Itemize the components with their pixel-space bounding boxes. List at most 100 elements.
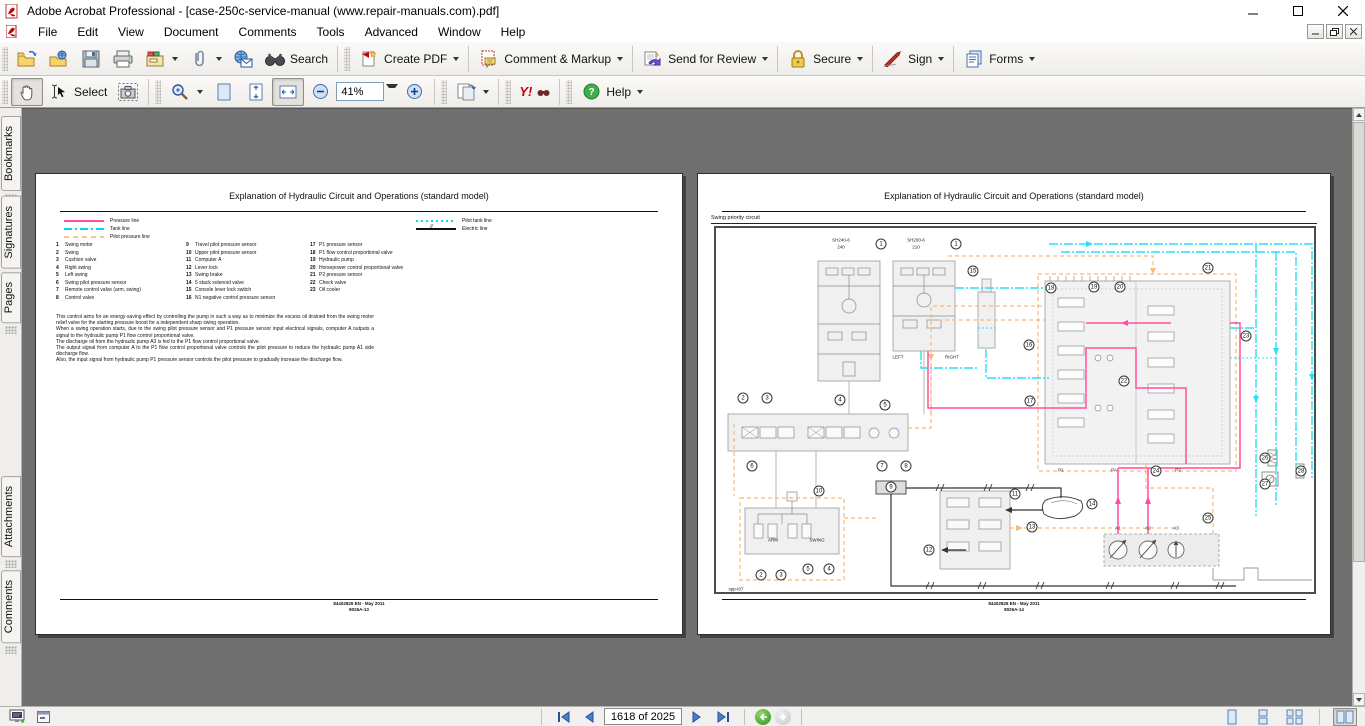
attach-button[interactable] [183, 45, 227, 73]
forms-label: Forms [989, 52, 1023, 66]
plus-circle-icon [403, 81, 425, 103]
snapshot-button[interactable] [112, 78, 144, 106]
toolbar-grip[interactable] [2, 80, 8, 104]
section-heading: Swing priority circuit [711, 215, 760, 221]
page-number-input[interactable] [604, 708, 682, 725]
sidebar-tab[interactable]: Attachments [1, 476, 21, 557]
select-tool-button[interactable]: Select [43, 78, 112, 106]
menu-item[interactable]: Comments [229, 22, 307, 42]
menu-item[interactable]: Tools [307, 22, 355, 42]
create-pdf-button[interactable]: Create PDF [353, 45, 464, 73]
save-button[interactable] [75, 45, 107, 73]
menu-item[interactable]: Edit [67, 22, 108, 42]
sidebar-tab[interactable]: Comments [1, 570, 21, 643]
menu-item[interactable]: Help [491, 22, 536, 42]
continuous-facing-button[interactable] [1282, 708, 1306, 726]
single-page-button[interactable] [1220, 708, 1244, 726]
toolbar-grip[interactable] [441, 80, 447, 104]
menu-item[interactable]: Document [154, 22, 229, 42]
zoom-dropdown-arrow[interactable] [386, 84, 398, 100]
actual-size-icon [213, 81, 235, 103]
menu-item[interactable]: View [108, 22, 154, 42]
fit-page-button[interactable] [240, 78, 272, 106]
key-item: 16N1 negative control pressure sensor [186, 295, 304, 301]
page-display-button[interactable] [450, 78, 494, 106]
pdf-page-left[interactable]: Explanation of Hydraulic Circuit and Ope… [35, 173, 683, 635]
minimize-button[interactable] [1230, 0, 1275, 22]
vertical-scrollbar[interactable] [1352, 108, 1365, 706]
maximize-button[interactable] [1275, 0, 1320, 22]
secure-label: Secure [813, 52, 851, 66]
scroll-down-button[interactable] [1353, 693, 1365, 706]
screen-mode-icon[interactable] [8, 709, 26, 725]
diagram-callout: 14 [1087, 499, 1098, 510]
send-for-review-button[interactable]: Send for Review [637, 45, 773, 73]
print-button[interactable] [107, 45, 139, 73]
fit-page-icon [245, 81, 267, 103]
zoom-level-input[interactable] [336, 82, 384, 101]
comment-markup-label: Comment & Markup [504, 52, 611, 66]
zoom-out-button[interactable] [304, 78, 336, 106]
window-options-icon[interactable] [34, 709, 52, 725]
actual-size-button[interactable] [208, 78, 240, 106]
previous-view-button[interactable] [755, 709, 771, 725]
document-canvas[interactable]: Explanation of Hydraulic Circuit and Ope… [22, 108, 1352, 706]
previous-page-button[interactable] [578, 709, 600, 725]
toolbar-grip[interactable] [505, 80, 511, 104]
toolbar-grip[interactable] [566, 80, 572, 104]
toolbar-grip[interactable] [155, 80, 161, 104]
first-page-button[interactable] [552, 709, 574, 725]
scrollbar-thumb[interactable] [1353, 122, 1365, 562]
sign-button[interactable]: Sign [877, 45, 949, 73]
close-button[interactable] [1320, 0, 1365, 22]
diagram-label: P2 [1175, 468, 1181, 473]
sidebar-tab[interactable]: Signatures [1, 196, 21, 269]
doc-close-button[interactable] [1345, 24, 1362, 39]
scroll-up-button[interactable] [1353, 108, 1365, 121]
zoom-in-button[interactable] [398, 78, 430, 106]
search-button[interactable]: Search [259, 45, 333, 73]
legend-item: Pilot tank line [416, 217, 492, 225]
acrobat-app-icon [5, 4, 21, 19]
acrobat-window: Adobe Acrobat Professional - [case-250c-… [0, 0, 1365, 726]
organizer-button[interactable] [139, 45, 183, 73]
navigation-tab-strip: Bookmarks Signatures Pages Attachments [0, 108, 22, 706]
sidebar-tab[interactable]: Pages [1, 272, 21, 323]
next-view-button[interactable] [775, 709, 791, 725]
select-label: Select [74, 85, 107, 99]
diagram-callout: 4 [824, 564, 835, 575]
toolbar-separator [953, 46, 954, 72]
last-page-button[interactable] [712, 709, 734, 725]
key-item: 3Cushion valve [56, 257, 180, 263]
paperclip-icon [188, 48, 210, 70]
toolbar-grip[interactable] [2, 47, 8, 71]
open-web-button[interactable] [43, 45, 75, 73]
hand-tool-button[interactable] [11, 78, 43, 106]
toolbar-grip[interactable] [344, 47, 350, 71]
pdf-page-right[interactable]: Explanation of Hydraulic Circuit and Ope… [697, 173, 1331, 635]
diagram-callout: 26 [1260, 453, 1271, 464]
facing-pages-button[interactable] [1333, 708, 1357, 726]
menu-item[interactable]: Advanced [355, 22, 428, 42]
forms-button[interactable]: Forms [958, 45, 1040, 73]
email-button[interactable] [227, 45, 259, 73]
zoom-tool-button[interactable] [164, 78, 208, 106]
open-button[interactable] [11, 45, 43, 73]
menu-item[interactable]: Window [428, 22, 491, 42]
next-page-button[interactable] [686, 709, 708, 725]
comment-markup-button[interactable]: Comment & Markup [473, 45, 628, 73]
toolbar-separator [777, 46, 778, 72]
menu-item[interactable]: File [28, 22, 67, 42]
doc-minimize-button[interactable] [1307, 24, 1324, 39]
secure-button[interactable]: Secure [782, 45, 868, 73]
hydraulic-schematic [716, 228, 1314, 592]
page-number: 8026A-14 [722, 607, 1306, 613]
continuous-button[interactable] [1251, 708, 1275, 726]
lock-icon [787, 48, 809, 70]
yahoo-toolbar-button[interactable]: Y! [514, 78, 555, 106]
fit-width-button[interactable] [272, 78, 304, 106]
doc-restore-button[interactable] [1326, 24, 1343, 39]
sidebar-tab[interactable]: Bookmarks [1, 116, 21, 191]
camera-icon [117, 81, 139, 103]
help-button[interactable]: ?Help [575, 78, 648, 106]
